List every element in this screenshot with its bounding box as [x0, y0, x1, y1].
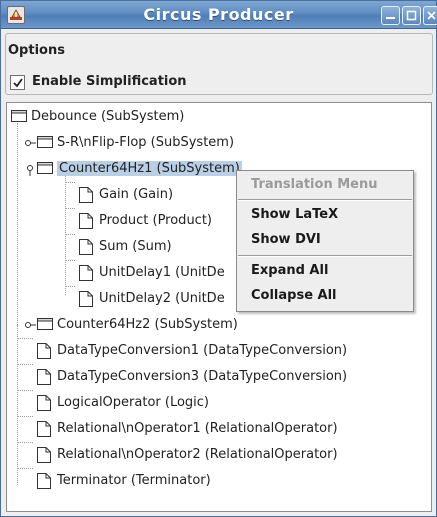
tree-node[interactable]: LogicalOperator (Logic): [7, 393, 427, 413]
menu-item-expand-all[interactable]: Expand All: [251, 263, 328, 278]
menu-item-show-dvi[interactable]: Show DVI: [251, 232, 321, 247]
title-bar[interactable]: Circus Producer: [1, 1, 437, 29]
minimize-icon: [386, 17, 395, 19]
tree-node[interactable]: S-R\nFlip-Flop (SubSystem): [7, 133, 427, 153]
tree-node[interactable]: Terminator (Terminator): [7, 471, 427, 491]
menu-header: Translation Menu: [251, 177, 378, 192]
app-window: Circus Producer Options Enable Simplific…: [0, 0, 437, 517]
document-icon: [37, 421, 51, 441]
tree-guide-line: [17, 468, 33, 469]
tree-guide-line: [65, 234, 75, 235]
tree-node-label: Relational\nOperator1 (RelationalOperato…: [57, 421, 338, 436]
translation-context-menu[interactable]: Translation Menu Show LaTeX Show DVI Exp…: [236, 170, 414, 312]
tree-guide-line: [65, 208, 75, 209]
tree-guide-line: [17, 442, 33, 443]
options-group: Options Enable Simplification: [5, 33, 433, 95]
tree-node-label: DataTypeConversion3 (DataTypeConversion): [57, 369, 348, 384]
document-icon: [79, 187, 93, 207]
maximize-icon: [406, 10, 417, 21]
tree-node[interactable]: DataTypeConversion1 (DataTypeConversion): [7, 341, 427, 361]
collapsed-handle-icon[interactable]: [25, 320, 37, 330]
tree-node-label: Gain (Gain): [99, 187, 174, 202]
tree-node[interactable]: Relational\nOperator2 (RelationalOperato…: [7, 445, 427, 465]
menu-separator: [238, 199, 412, 201]
tree-guide-line: [65, 182, 75, 183]
tree-node-label: LogicalOperator (Logic): [57, 395, 210, 410]
window-title: Circus Producer: [143, 5, 294, 24]
tree-guide-line: [17, 338, 33, 339]
minimize-button[interactable]: [381, 6, 400, 25]
tree-node-label: Counter64Hz2 (SubSystem): [57, 317, 238, 332]
document-icon: [79, 265, 93, 285]
tree-node-label: Terminator (Terminator): [57, 473, 211, 488]
document-icon: [37, 447, 51, 467]
document-icon: [79, 239, 93, 259]
expanded-handle-icon[interactable]: [25, 164, 37, 176]
tree-node-label: UnitDelay2 (UnitDe: [99, 291, 225, 306]
folder-icon: [37, 161, 53, 179]
menu-separator: [238, 255, 412, 257]
tree-node-label: DataTypeConversion1 (DataTypeConversion): [57, 343, 348, 358]
document-icon: [37, 395, 51, 415]
tree-node[interactable]: DataTypeConversion3 (DataTypeConversion): [7, 367, 427, 387]
tree-node-label: S-R\nFlip-Flop (SubSystem): [57, 135, 235, 150]
folder-icon: [37, 135, 53, 153]
tree-guide-line: [17, 390, 33, 391]
tree-node[interactable]: Counter64Hz2 (SubSystem): [7, 315, 427, 335]
tree-guide-line: [65, 286, 75, 287]
tree-guide-line: [17, 364, 33, 365]
tree-node-label: UnitDelay1 (UnitDe: [99, 265, 225, 280]
menu-item-show-latex[interactable]: Show LaTeX: [251, 207, 338, 222]
document-icon: [79, 213, 93, 233]
options-group-title: Options: [8, 43, 65, 58]
tree-guide-line: [65, 260, 75, 261]
tree-guide-line: [17, 416, 33, 417]
close-button[interactable]: [423, 6, 437, 25]
tree-node-label: Counter64Hz1 (SubSystem): [57, 161, 242, 176]
folder-icon: [11, 109, 27, 127]
document-icon: [79, 291, 93, 311]
document-icon: [37, 369, 51, 389]
enable-simplification-checkbox[interactable]: [10, 75, 25, 90]
tree-node-label: Product (Product): [99, 213, 212, 228]
folder-icon: [37, 317, 53, 335]
maximize-button[interactable]: [402, 6, 421, 25]
tree-node-label: Debounce (SubSystem): [31, 109, 185, 124]
tree-node-label: Sum (Sum): [99, 239, 172, 254]
tree-node[interactable]: Relational\nOperator1 (RelationalOperato…: [7, 419, 427, 439]
tree-node[interactable]: Debounce (SubSystem): [7, 107, 427, 127]
document-icon: [37, 343, 51, 363]
enable-simplification-label[interactable]: Enable Simplification: [32, 74, 187, 89]
menu-item-collapse-all[interactable]: Collapse All: [251, 288, 337, 303]
close-icon: [427, 11, 436, 20]
checkmark-icon: [13, 78, 23, 88]
tree-node-label: Relational\nOperator2 (RelationalOperato…: [57, 447, 338, 462]
collapsed-handle-icon[interactable]: [25, 138, 37, 148]
document-icon: [37, 473, 51, 493]
